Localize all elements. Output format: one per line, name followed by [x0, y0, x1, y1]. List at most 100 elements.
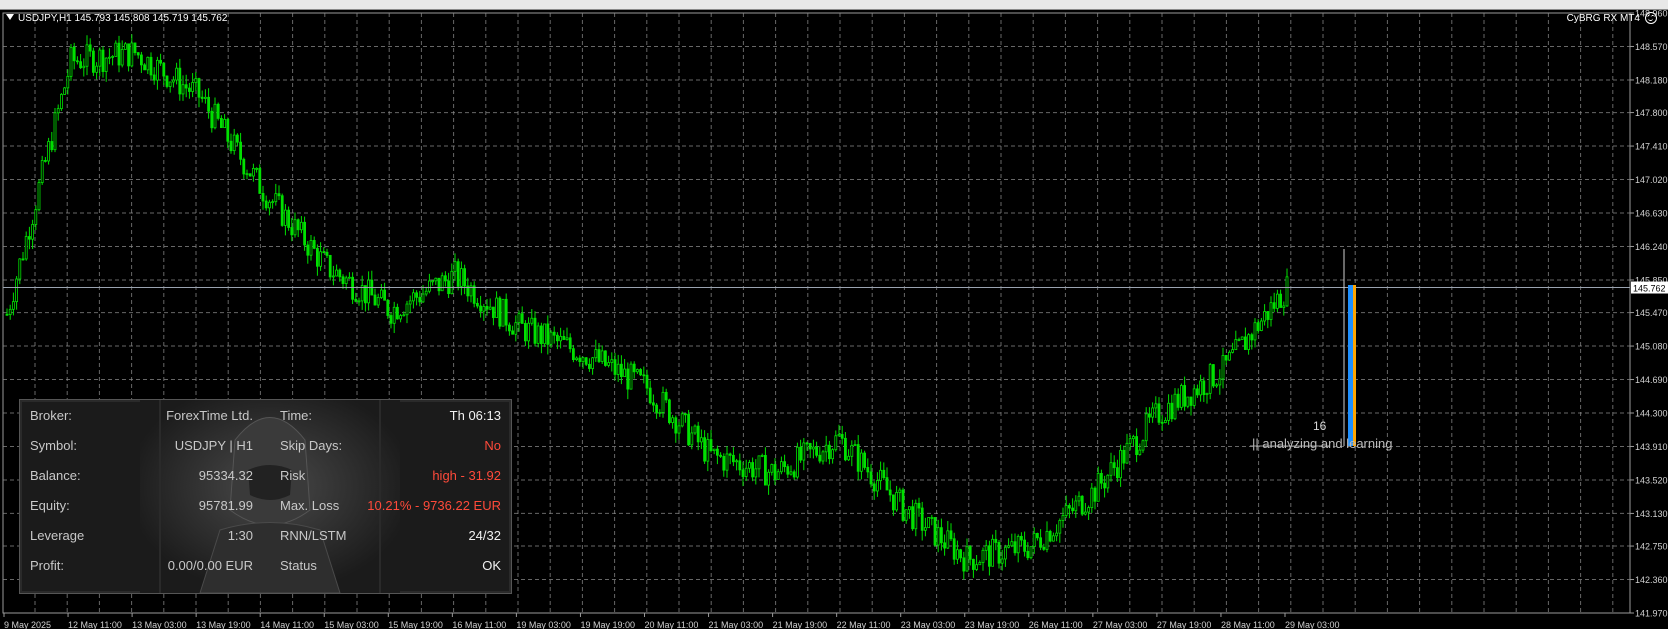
candle-body	[347, 276, 351, 279]
candle-body	[965, 546, 969, 572]
price-axis-label: 148.570	[1635, 42, 1668, 52]
candle-body	[668, 399, 671, 423]
candle-body	[1202, 380, 1206, 396]
smiley-icon[interactable]	[1645, 12, 1657, 24]
candle-body	[805, 442, 809, 445]
time-axis-label: 16 May 11:00	[452, 620, 506, 629]
candle-body	[540, 325, 543, 345]
candle-body	[1004, 546, 1007, 560]
candle-body	[866, 467, 870, 473]
candle-body	[1157, 403, 1161, 423]
candle-body	[267, 201, 271, 209]
candle-body	[812, 446, 815, 450]
candle-body	[47, 141, 50, 162]
candle-body	[559, 335, 562, 342]
candle-body	[424, 290, 428, 295]
candle-body	[258, 167, 262, 194]
candle-body	[962, 557, 966, 572]
candle-body	[1026, 550, 1030, 559]
candle-body	[1061, 515, 1065, 521]
candle-body	[271, 201, 275, 204]
candle-body	[680, 413, 684, 427]
price-axis-label: 143.910	[1635, 442, 1668, 452]
candle-body	[203, 96, 207, 99]
candle-body	[335, 269, 339, 277]
candle-body	[277, 193, 281, 197]
candle-body	[63, 87, 66, 95]
candle-body	[853, 444, 857, 446]
candle-body	[767, 471, 770, 486]
candle-body	[1084, 511, 1087, 515]
candle-body	[1256, 322, 1260, 331]
candle-body	[620, 363, 623, 378]
candle-body	[1186, 396, 1190, 407]
candle-body	[434, 277, 438, 282]
candle-body	[1205, 392, 1209, 396]
candle-body	[181, 84, 185, 95]
time-axis-label: 19 May 19:00	[580, 620, 635, 629]
expert-advisor-label[interactable]: CyBRG RX MT4	[1567, 13, 1640, 24]
candle-body	[309, 240, 313, 256]
candle-body	[242, 158, 246, 175]
candle-body	[450, 270, 454, 295]
candle-body	[597, 349, 601, 362]
candle-body	[1032, 532, 1036, 547]
candle-body	[1109, 462, 1113, 476]
candle-body	[501, 298, 505, 327]
dropdown-triangle-icon[interactable]	[6, 14, 14, 20]
candle-body	[463, 268, 467, 287]
time-axis-label: 13 May 03:00	[132, 620, 187, 629]
candle-body	[411, 292, 415, 302]
candle-body	[146, 56, 150, 71]
price-axis-label: 144.690	[1635, 375, 1668, 385]
candle-body	[892, 494, 895, 511]
candle-body	[1087, 507, 1090, 513]
candle-body	[626, 368, 630, 390]
candle-body	[351, 276, 355, 300]
candle-body	[924, 527, 927, 531]
candle-body	[636, 369, 639, 373]
candle-body	[1010, 541, 1014, 547]
candle-body	[911, 506, 914, 530]
candle-body	[1180, 385, 1183, 408]
candle-body	[1090, 487, 1094, 508]
candle-body	[728, 453, 732, 456]
candle-body	[69, 46, 73, 77]
candle-body	[331, 275, 335, 278]
current-price-label: 145.762	[1633, 284, 1666, 294]
candle-body	[533, 317, 537, 344]
candle-body	[1112, 462, 1116, 469]
candle-body	[159, 59, 163, 64]
panel-label: Broker:	[30, 408, 72, 423]
time-axis-label: 28 May 11:00	[1221, 620, 1275, 629]
candle-body	[530, 317, 534, 324]
candle-body	[117, 42, 121, 66]
candle-body	[114, 42, 118, 57]
candle-body	[287, 209, 291, 228]
candle-body	[744, 467, 748, 477]
candle-body	[655, 404, 658, 413]
panel-label: Time:	[280, 408, 313, 423]
candle-body	[940, 527, 943, 544]
candle-body	[732, 454, 735, 463]
panel-label: Status	[280, 558, 317, 573]
panel-label: Leverage	[30, 528, 85, 543]
candle-body	[834, 435, 838, 451]
candle-body	[328, 255, 332, 278]
indicator-blue-bar	[1348, 285, 1353, 446]
chart-title[interactable]: USDJPY,H1 145.793 145.808 145.719 145.76…	[6, 13, 227, 24]
candle-body	[696, 425, 700, 443]
candle-body	[972, 558, 975, 570]
candle-body	[1077, 495, 1081, 502]
candle-body	[684, 413, 687, 416]
price-axis-label: 146.240	[1635, 242, 1668, 252]
candle-body	[751, 462, 754, 478]
candle-body	[88, 44, 92, 52]
panel-value: 1:30	[227, 528, 253, 543]
candle-body	[1164, 419, 1167, 423]
candle-body	[517, 313, 521, 324]
price-axis-label: 145.080	[1635, 342, 1668, 352]
candle-body	[1215, 384, 1218, 387]
candle-body	[213, 103, 217, 129]
candle-body	[1141, 440, 1145, 451]
